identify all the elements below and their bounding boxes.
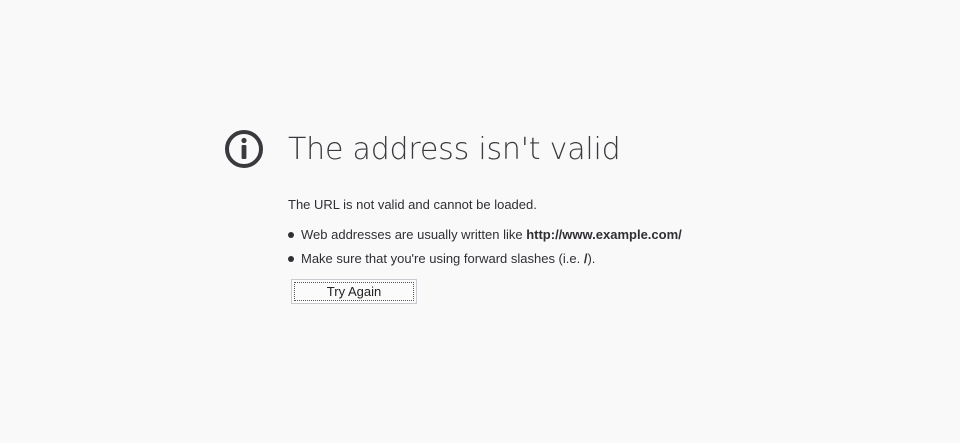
try-again-button[interactable]: Try Again <box>291 279 417 304</box>
hint-text: Make sure that you're using forward slas… <box>301 251 584 266</box>
error-container: The address isn't valid The URL is not v… <box>224 126 784 304</box>
title-row: The address isn't valid <box>224 126 784 172</box>
hint-text: Web addresses are usually written like <box>301 227 527 242</box>
error-content: The URL is not valid and cannot be loade… <box>288 197 784 304</box>
hint-example-url: http://www.example.com/ <box>526 227 682 242</box>
list-item: Make sure that you're using forward slas… <box>288 251 784 267</box>
info-circle-icon <box>224 129 264 169</box>
page-title: The address isn't valid <box>288 131 621 167</box>
error-description: The URL is not valid and cannot be loade… <box>288 197 537 212</box>
error-page: The address isn't valid The URL is not v… <box>0 0 960 443</box>
bullet-icon <box>288 232 294 238</box>
hint-list: Web addresses are usually written like h… <box>288 227 784 267</box>
try-again-label: Try Again <box>294 282 414 301</box>
list-item: Web addresses are usually written like h… <box>288 227 784 243</box>
bullet-icon <box>288 256 294 262</box>
hint-suffix: ). <box>587 251 596 266</box>
